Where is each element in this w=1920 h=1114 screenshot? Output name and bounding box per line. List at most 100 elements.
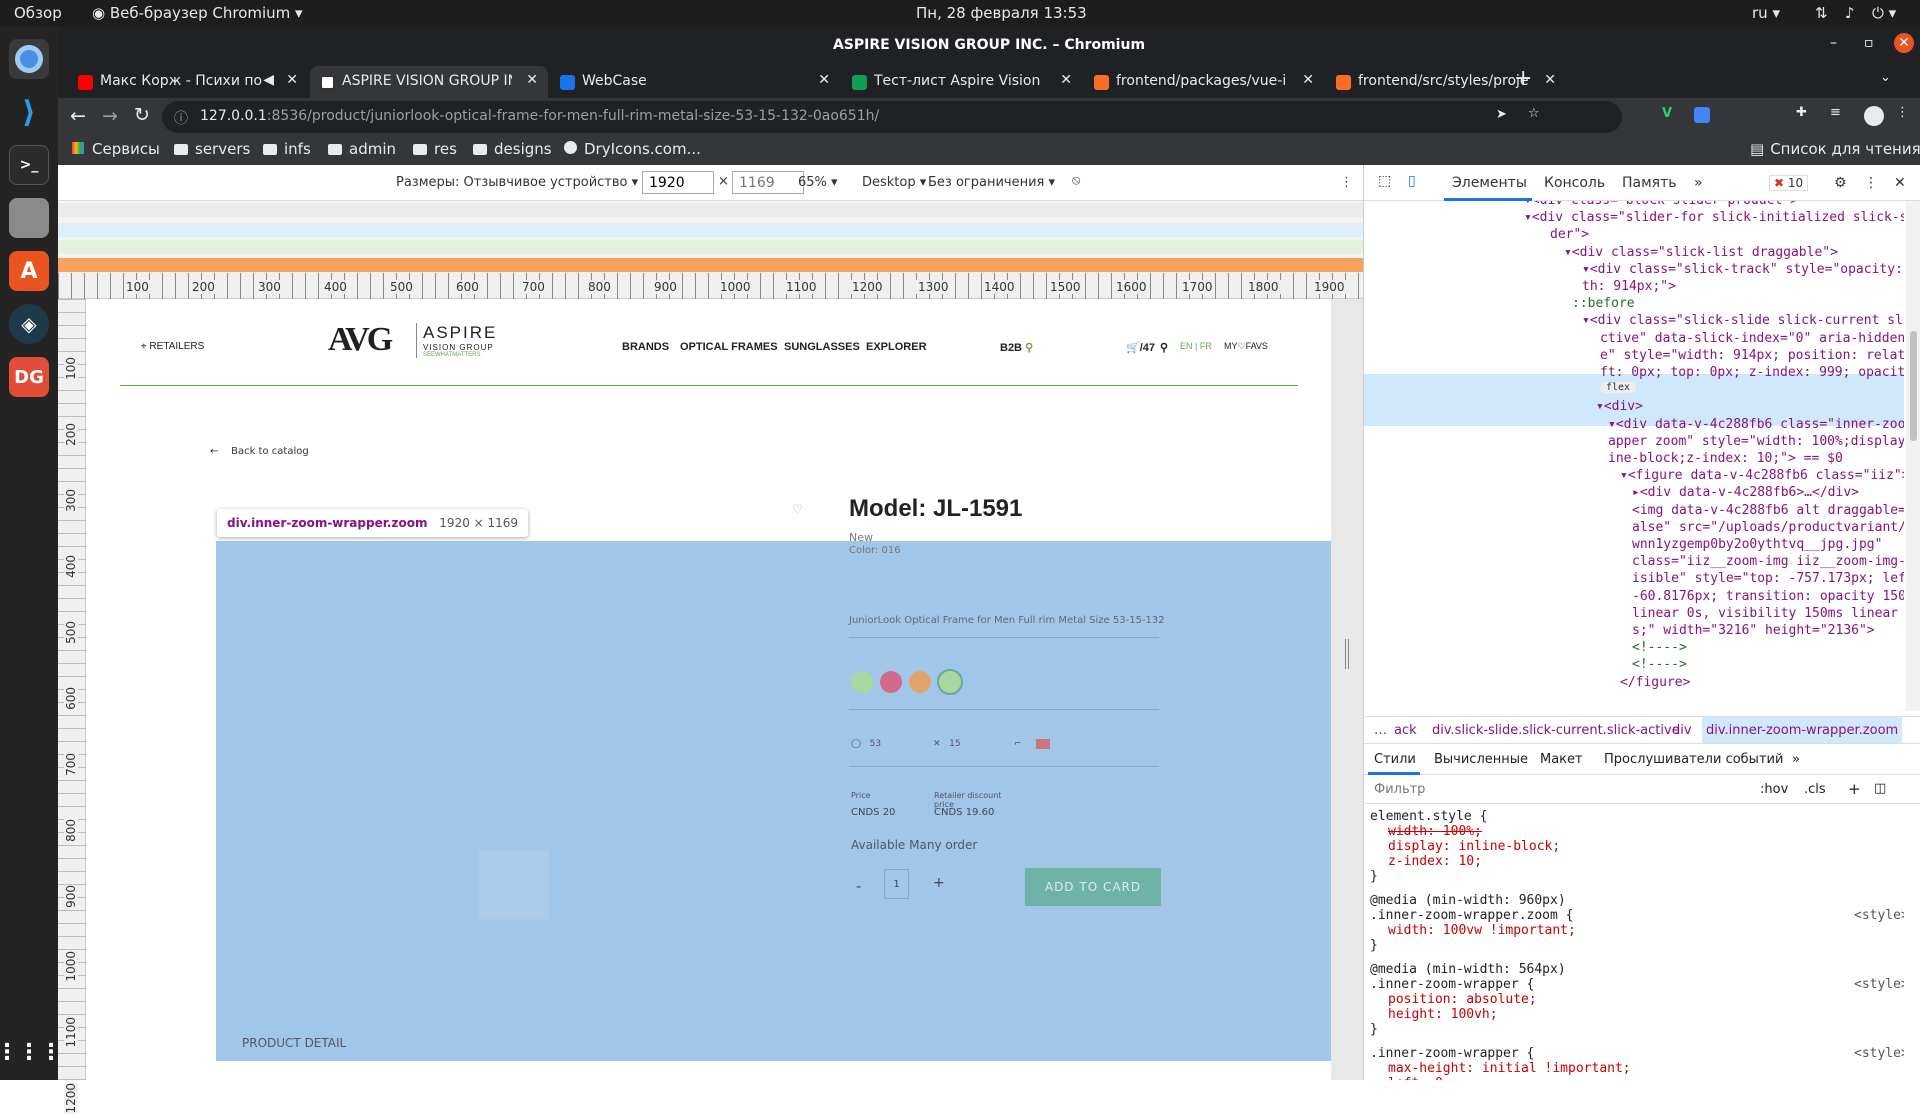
nav-sunglasses[interactable]: SUNGLASSES — [784, 341, 860, 353]
tab[interactable]: frontend/packages/vue-i ✕ — [1084, 66, 1324, 98]
tab-computed[interactable]: Вычисленные — [1434, 752, 1528, 767]
tab-layout[interactable]: Макет — [1540, 752, 1583, 767]
cls-toggle[interactable]: .cls — [1804, 782, 1826, 797]
tab-close-icon[interactable]: ✕ — [1302, 72, 1314, 88]
css-selector[interactable]: element.style { — [1370, 809, 1487, 824]
css-property[interactable]: z-index: 10; — [1388, 854, 1482, 869]
dom-line[interactable]: <!----> — [1632, 657, 1687, 672]
dom-line[interactable]: ▾<div class="slick-slide slick-current s… — [1582, 313, 1904, 328]
rotate-icon[interactable]: ⦸ — [1072, 173, 1080, 188]
nav-brands[interactable]: BRANDS — [622, 341, 669, 353]
dom-line[interactable]: e" style="width: 914px; position: relati… — [1600, 348, 1904, 363]
clock[interactable]: Пн, 28 февраля 13:53 — [916, 4, 1087, 22]
throttle-selector[interactable]: Без ограничения ▾ — [928, 175, 1055, 190]
nav-optical-frames[interactable]: OPTICAL FRAMES — [680, 341, 778, 353]
gitkraken-icon[interactable]: ◈ — [9, 304, 49, 344]
styles-rules[interactable]: element.style {width: 100%; display: inli… — [1364, 805, 1904, 1080]
volume-icon[interactable]: ♪ — [1845, 4, 1855, 22]
app-menu[interactable]: ◉ Веб-браузер Chromium ▾ — [92, 4, 303, 22]
extension-icon[interactable] — [1694, 107, 1710, 123]
favs-link[interactable]: MY♡FAVS — [1224, 341, 1268, 352]
tab-event-listeners[interactable]: Прослушиватели событий — [1604, 752, 1783, 767]
dom-scrollbar[interactable] — [1906, 201, 1920, 711]
retailers-link[interactable]: ⌖ RETAILERS — [141, 341, 204, 352]
reload-icon[interactable]: ↻ — [134, 104, 150, 126]
audio-icon[interactable]: ◀ — [263, 72, 274, 88]
dom-line[interactable]: s;" width="3216" height="2136"> — [1632, 623, 1875, 638]
bookmark-apps[interactable]: Сервисы — [72, 140, 160, 158]
vscode-icon[interactable]: ⟩ — [9, 92, 49, 132]
dom-line[interactable]: ▾<div data-v-4c288fb6 class="inner-zoom-… — [1608, 417, 1904, 432]
site-viewport[interactable]: ⌖ RETAILERS AVG ASPIRE VISION GROUP SEEW… — [86, 299, 1331, 1080]
extensions-puzzle-icon[interactable]: ✚ — [1796, 105, 1807, 120]
power-icon[interactable]: ⏻ ▾ — [1872, 4, 1896, 22]
new-rule-icon[interactable]: + — [1848, 780, 1861, 798]
dom-tree[interactable]: ▾<div class="block-slider-product"> ▾<div… — [1364, 201, 1904, 711]
dom-line[interactable]: ▾<div class="slick-track" style="opacity… — [1582, 262, 1904, 277]
mode-selector[interactable]: Desktop ▾ — [862, 175, 926, 190]
resize-grip[interactable] — [1345, 639, 1349, 669]
breadcrumb-item[interactable]: div.slick-slide.slick-current.slick-acti… — [1432, 723, 1680, 738]
reading-list[interactable]: ▤ Список для чтения — [1750, 140, 1920, 158]
software-center-icon[interactable]: A — [9, 251, 49, 291]
dom-line[interactable]: ft: 0px; top: 0px; z-index: 999; opacity… — [1600, 365, 1904, 380]
css-property[interactable]: position: absolute; — [1388, 992, 1537, 1007]
css-property[interactable]: height: 100vh; — [1388, 1007, 1498, 1022]
site-logo[interactable]: AVG ASPIRE VISION GROUP SEEWHATMATTERS — [328, 321, 495, 359]
tab[interactable]: WebCase ✕ — [550, 66, 840, 98]
close-window-button[interactable]: ✕ — [1894, 33, 1914, 53]
tab-search-icon[interactable]: ⌄ — [1880, 70, 1891, 85]
tab[interactable]: ASPIRE VISION GROUP IN ✕ — [310, 66, 548, 98]
dom-line[interactable]: isible" style="top: -757.173px; left: — [1632, 571, 1904, 586]
tab-memory[interactable]: Память — [1622, 175, 1677, 191]
nav-explorer[interactable]: EXPLORER — [866, 341, 927, 353]
dom-line[interactable]: ::before — [1572, 296, 1635, 311]
zoom-selector[interactable]: 65% ▾ — [798, 175, 838, 190]
dom-scrollbar-thumb[interactable] — [1910, 331, 1917, 441]
dom-line[interactable]: wnn1yzgemp0by2o0ythtvq__jpg.jpg" — [1632, 537, 1882, 552]
css-selector[interactable]: @media (min-width: 564px) — [1370, 962, 1566, 977]
dom-line[interactable]: ▾<figure data-v-4c288fb6 class="iiz"> — [1620, 468, 1904, 483]
hov-toggle[interactable]: :hov — [1760, 782, 1788, 797]
qty-input[interactable]: 1 — [884, 869, 909, 899]
dom-line[interactable]: ▾<div class="slick-list draggable"> — [1564, 245, 1838, 260]
css-source-link[interactable]: <style> — [1854, 908, 1904, 923]
viewport-resize-handle[interactable] — [1331, 299, 1363, 1080]
dom-line[interactable]: <img data-v-4c288fb6 alt draggable="f — [1632, 503, 1904, 518]
mq-bar-max[interactable] — [58, 203, 1363, 217]
bookmark-star-icon[interactable]: ☆ — [1528, 106, 1540, 121]
dom-line[interactable]: flex — [1600, 382, 1637, 394]
dom-line[interactable]: <!----> — [1632, 640, 1687, 655]
tab-close-icon[interactable]: ✕ — [818, 72, 830, 88]
maximize-button[interactable]: ▫ — [1864, 35, 1874, 51]
tab-close-icon[interactable]: ✕ — [286, 72, 298, 88]
tab-console[interactable]: Консоль — [1544, 175, 1605, 191]
css-property[interactable]: display: inline-block; — [1388, 839, 1560, 854]
tab-close-icon[interactable]: ✕ — [1060, 72, 1072, 88]
css-property[interactable]: left: 0; — [1388, 1076, 1451, 1080]
language-switch[interactable]: EN | FR — [1180, 341, 1212, 351]
css-property[interactable]: width: 100vw !important; — [1388, 923, 1576, 938]
search-icon[interactable]: ⚲ — [1160, 341, 1168, 354]
cart-button[interactable]: 🛒/47 — [1126, 341, 1155, 354]
terminal-icon[interactable]: >_ — [9, 145, 49, 185]
css-source-link[interactable]: <style> — [1854, 977, 1904, 992]
activities-button[interactable]: Обзор — [14, 4, 62, 22]
tab[interactable]: Тест-лист Aspire Vision - G ✕ — [842, 66, 1082, 98]
breadcrumb-item[interactable]: ack — [1394, 723, 1417, 738]
vue-devtools-icon[interactable]: V — [1662, 106, 1672, 121]
dom-line[interactable]: -60.8176px; transition: opacity 150ms — [1632, 589, 1904, 604]
inspect-highlight-overlay[interactable]: New Color: 016 JuniorLook Optical Frame … — [216, 531, 1331, 1061]
dom-line[interactable]: linear 0s, visibility 150ms linear 0 — [1632, 606, 1904, 621]
breadcrumb-item-active[interactable]: div.inner-zoom-wrapper.zoom — [1702, 717, 1903, 743]
tab[interactable]: Макс Корж - Психи по ◀ ✕ — [68, 66, 308, 98]
dom-line[interactable]: th: 914px;"> — [1582, 279, 1676, 294]
mq-bar-range[interactable] — [58, 240, 1363, 254]
keyboard-layout[interactable]: ru ▾ — [1752, 4, 1780, 22]
color-swatch[interactable] — [880, 671, 902, 693]
datagrip-icon[interactable]: DG — [9, 357, 49, 397]
thumbnail[interactable] — [478, 849, 550, 921]
devtools-menu-icon[interactable]: ⋮ — [1864, 175, 1878, 191]
bookmark-folder[interactable]: designs — [473, 140, 552, 158]
settings-icon[interactable]: ⚙ — [1834, 175, 1847, 191]
